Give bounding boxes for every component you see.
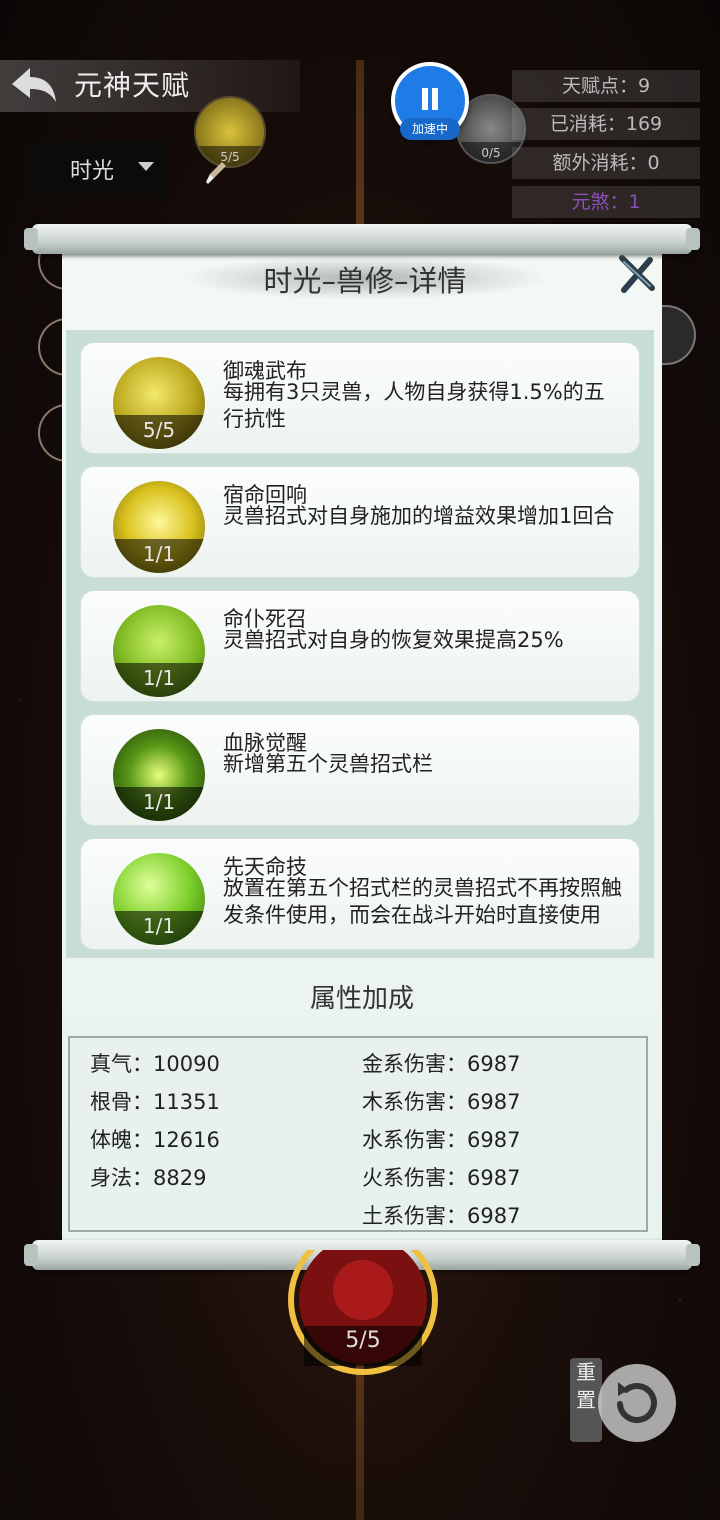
attr-earth-dmg: 土系伤害：6987 [362,1204,521,1228]
talent-desc: 每拥有3只灵兽，人物自身获得1.5%的五行抗性 [223,380,605,431]
attribute-bonus-box: 真气：10090 根骨：11351 体魄：12616 身法：8829 金系伤害：… [68,1036,648,1232]
attr-gengu: 根骨：11351 [90,1090,220,1114]
talent-level: 1/1 [113,539,205,573]
attr-fire-dmg: 火系伤害：6987 [362,1166,521,1190]
talent-card[interactable]: 5/5 御魂武布 每拥有3只灵兽，人物自身获得1.5%的五行抗性 [80,342,640,454]
page-title: 元神天赋 [74,69,191,102]
talent-desc: 灵兽招式对自身施加的增益效果增加1回合 [223,504,615,528]
dropdown-value: 时光 [70,159,115,184]
talent-card[interactable]: 1/1 宿命回响 灵兽招式对自身施加的增益效果增加1回合 [80,466,640,578]
talent-card[interactable]: 1/1 血脉觉醒 新增第五个灵兽招式栏 [80,714,640,826]
talent-level: 5/5 [113,415,205,449]
talent-icon: 5/5 [113,357,205,449]
attr-shenfa: 身法：8829 [90,1166,207,1190]
extra-consumed-stat: 额外消耗：0 [512,147,700,179]
talent-card[interactable]: 1/1 命仆死召 灵兽招式对自身的恢复效果提高25% [80,590,640,702]
talent-card[interactable]: 1/1 先天命技 放置在第五个招式栏的灵兽招式不再按照触发条件使用，而会在战斗开… [80,838,640,950]
talent-node-bottom[interactable] [288,1250,438,1380]
talent-icon: 1/1 [113,729,205,821]
talent-level: 1/1 [113,911,205,945]
attr-wood-dmg: 木系伤害：6987 [362,1090,521,1114]
speed-status-label: 加速中 [400,118,460,140]
talent-icon: 1/1 [113,853,205,945]
talent-desc: 新增第五个灵兽招式栏 [223,752,433,776]
talent-list[interactable]: 5/5 御魂武布 每拥有3只灵兽，人物自身获得1.5%的五行抗性 1/1 宿命回… [66,330,654,958]
attribute-bonus-title: 属性加成 [309,984,414,1014]
back-arrow-icon[interactable] [8,64,60,108]
category-dropdown[interactable]: 时光 [22,140,168,198]
attr-metal-dmg: 金系伤害：6987 [362,1052,521,1076]
close-icon[interactable] [616,254,656,294]
chevron-down-icon [138,162,154,171]
brush-icon [206,162,226,184]
talent-desc: 放置在第五个招式栏的灵兽招式不再按照触发条件使用，而会在战斗开始时直接使用 [223,876,622,927]
panel-title: 时光–兽修–详情 [263,264,467,298]
pause-icon [422,88,438,110]
talent-icon: 1/1 [113,481,205,573]
scroll-rod-top [24,224,700,254]
talent-points-stat: 天赋点：9 [512,70,700,102]
reset-icon[interactable] [598,1364,676,1442]
talent-level: 1/1 [113,663,205,697]
talent-node-top-left[interactable]: 5/5 [194,96,266,168]
attr-zhenqi: 真气：10090 [90,1052,220,1076]
talent-level: 1/1 [113,787,205,821]
talent-desc: 灵兽招式对自身的恢复效果提高25% [223,628,564,652]
consumed-stat: 已消耗：169 [512,108,700,140]
yuan-sha-stat: 元煞：1 [512,186,700,218]
attr-water-dmg: 水系伤害：6987 [362,1128,521,1152]
attr-tipo: 体魄：12616 [90,1128,220,1152]
node-count: 5/5 [345,1328,381,1353]
talent-icon: 1/1 [113,605,205,697]
